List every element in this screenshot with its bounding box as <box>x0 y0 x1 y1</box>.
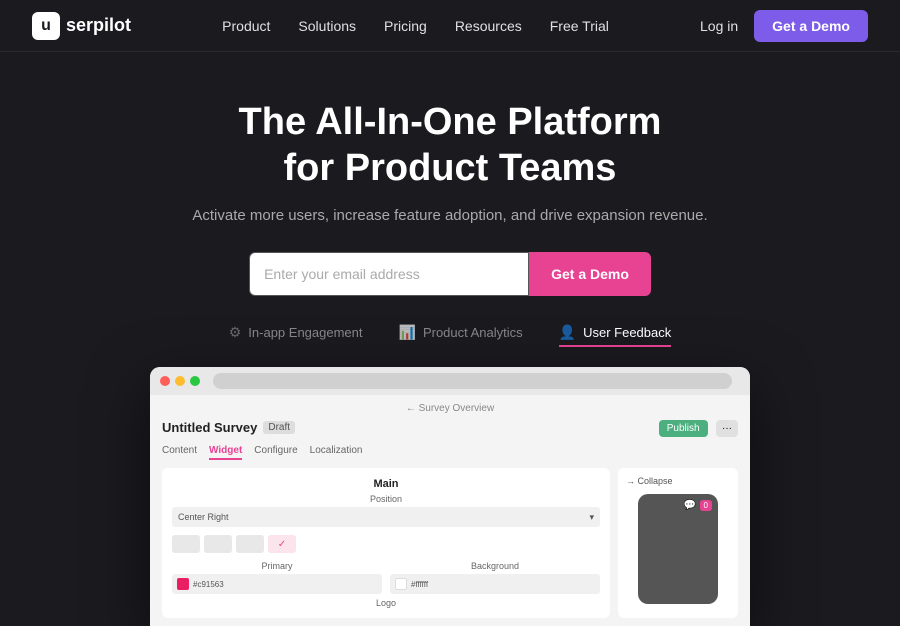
login-button[interactable]: Log in <box>700 18 738 34</box>
sc-background-color-field[interactable]: #ffffff <box>390 574 600 594</box>
sc-toggle-row: ✓ <box>172 535 600 553</box>
nav-actions: Log in Get a Demo <box>700 10 868 42</box>
get-demo-hero-button[interactable]: Get a Demo <box>529 252 651 296</box>
nav-free-trial[interactable]: Free Trial <box>550 18 609 34</box>
sc-action-buttons: Publish ··· <box>659 418 738 437</box>
tab-analytics-label: Product Analytics <box>423 325 523 340</box>
sc-toggle-3[interactable] <box>236 535 264 553</box>
sc-primary-hex: #c91563 <box>193 580 224 589</box>
close-dot <box>160 376 170 386</box>
logo: u serpilot <box>32 12 131 40</box>
sc-toggle-1[interactable] <box>172 535 200 553</box>
engagement-icon: ⚙ <box>229 324 242 341</box>
hero-title: The All-In-One Platform for Product Team… <box>239 100 662 191</box>
sc-tab-configure[interactable]: Configure <box>254 443 297 460</box>
nav-solutions[interactable]: Solutions <box>298 18 356 34</box>
sc-toggle-2[interactable] <box>204 535 232 553</box>
email-input[interactable] <box>249 252 529 296</box>
sc-phone-badge: 0 <box>700 500 712 511</box>
logo-text: serpilot <box>66 15 131 36</box>
sc-main-title: Main <box>172 478 600 490</box>
sc-background-group: Background #ffffff <box>390 561 600 594</box>
sc-background-swatch <box>395 578 407 590</box>
url-bar <box>213 373 732 389</box>
sc-background-hex: #ffffff <box>411 580 428 589</box>
hero-cta-group: Get a Demo <box>249 252 651 296</box>
logo-box: u <box>32 12 60 40</box>
sc-title-group: Untitled Survey Draft <box>162 420 295 435</box>
screenshot-container: ← Survey Overview Untitled Survey Draft … <box>150 367 750 626</box>
navbar: u serpilot Product Solutions Pricing Res… <box>0 0 900 52</box>
analytics-icon: 📊 <box>399 324 416 341</box>
logo-letter: u <box>41 17 51 35</box>
nav-resources[interactable]: Resources <box>455 18 522 34</box>
sc-background-label: Background <box>390 561 600 571</box>
sc-position-dropdown[interactable]: Center Right ▾ <box>172 507 600 527</box>
hero-section: The All-In-One Platform for Product Team… <box>0 52 900 626</box>
tab-product-analytics[interactable]: 📊 Product Analytics <box>399 324 523 347</box>
feature-tabs: ⚙ In-app Engagement 📊 Product Analytics … <box>229 324 672 347</box>
nav-pricing[interactable]: Pricing <box>384 18 427 34</box>
nav-links: Product Solutions Pricing Resources Free… <box>222 18 609 34</box>
sc-tab-content[interactable]: Content <box>162 443 197 460</box>
sc-position-label: Position <box>172 494 600 504</box>
sc-primary-group: Primary #c91563 <box>172 561 382 594</box>
maximize-dot <box>190 376 200 386</box>
minimize-dot <box>175 376 185 386</box>
sc-primary-swatch <box>177 578 189 590</box>
nav-product[interactable]: Product <box>222 18 270 34</box>
tab-feedback-label: User Feedback <box>583 325 671 340</box>
tab-engagement-label: In-app Engagement <box>248 325 362 340</box>
sc-primary-label: Primary <box>172 561 382 571</box>
hero-subtitle: Activate more users, increase feature ad… <box>192 207 707 224</box>
tab-in-app-engagement[interactable]: ⚙ In-app Engagement <box>229 324 363 347</box>
sc-survey-title: Untitled Survey <box>162 420 257 435</box>
sc-header-row: Untitled Survey Draft Publish ··· <box>162 418 738 437</box>
sc-left-panel: Main Position Center Right ▾ ✓ <box>162 468 610 618</box>
sc-content-area: Main Position Center Right ▾ ✓ <box>162 468 738 618</box>
sc-phone-preview: 💬 0 <box>638 494 718 604</box>
sc-app-body: ← Survey Overview Untitled Survey Draft … <box>150 395 750 626</box>
sc-right-panel: → Collapse 💬 0 <box>618 468 738 618</box>
tab-user-feedback[interactable]: 👤 User Feedback <box>559 324 672 347</box>
sc-breadcrumb: ← Survey Overview <box>162 403 738 414</box>
sc-draft-badge: Draft <box>263 421 295 434</box>
sc-check-icon: ✓ <box>278 539 286 550</box>
sc-collapse-button[interactable]: → Collapse <box>626 476 673 486</box>
sc-color-row: Primary #c91563 Background #ffffff <box>172 561 600 594</box>
sc-toggle-4-checked[interactable]: ✓ <box>268 535 296 553</box>
feedback-icon: 👤 <box>559 324 576 341</box>
sc-dots-button[interactable]: ··· <box>716 420 738 437</box>
sc-feedback-bubble-icon: 💬 <box>684 500 696 511</box>
sc-tabs-row: Content Widget Configure Localization <box>162 443 738 460</box>
get-demo-nav-button[interactable]: Get a Demo <box>754 10 868 42</box>
sc-primary-color-field[interactable]: #c91563 <box>172 574 382 594</box>
sc-publish-button[interactable]: Publish <box>659 420 708 437</box>
sc-tab-localization[interactable]: Localization <box>310 443 363 460</box>
sc-tab-widget[interactable]: Widget <box>209 443 242 460</box>
sc-titlebar <box>150 367 750 395</box>
